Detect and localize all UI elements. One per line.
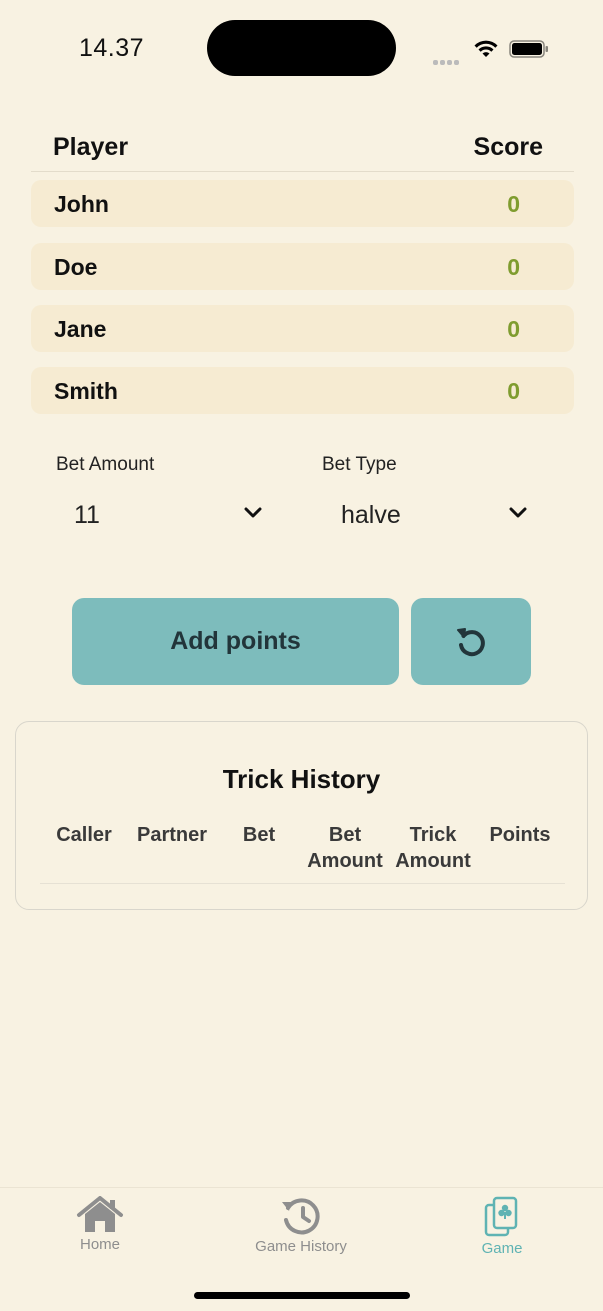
status-time: 14.37: [79, 34, 145, 62]
tab-game-history-label: Game History: [255, 1238, 347, 1255]
bet-amount-label: Bet Amount: [56, 454, 155, 475]
history-icon: [282, 1198, 320, 1235]
bet-amount-value: 11: [74, 501, 100, 529]
player-score: 0: [507, 254, 520, 280]
signal-icon: [433, 52, 463, 65]
battery-icon: [509, 40, 548, 58]
trick-history-title: Trick History: [222, 764, 381, 794]
trick-history-columns: Caller Partner Bet Bet Amount Trick Amount…: [40, 822, 565, 884]
column-partner: Partner: [136, 824, 208, 846]
dynamic-island: [207, 20, 396, 76]
add-points-label: Add points: [170, 627, 301, 655]
tab-game[interactable]: Game: [432, 1196, 572, 1262]
tab-home[interactable]: Home: [30, 1196, 170, 1262]
trick-history-card: Trick History Caller Partner Bet Bet Amou…: [15, 721, 588, 910]
player-row: John 0: [31, 180, 574, 227]
cards-icon: [484, 1196, 518, 1237]
bet-type-label: Bet Type: [322, 454, 397, 475]
player-column-header: Player: [53, 133, 129, 161]
wifi-icon: [474, 40, 498, 57]
column-caller: Caller: [56, 824, 112, 846]
score-table-header: Player Score: [31, 128, 574, 172]
player-row: Doe 0: [31, 243, 574, 290]
player-name: Jane: [54, 316, 107, 342]
column-points: Points: [489, 824, 551, 846]
tab-game-history[interactable]: Game History: [231, 1196, 371, 1262]
add-points-button[interactable]: Add points: [72, 598, 399, 685]
home-indicator[interactable]: [194, 1292, 410, 1299]
bet-type-select[interactable]: halve: [341, 494, 531, 538]
player-score: 0: [507, 316, 520, 342]
player-row: Jane 0: [31, 305, 574, 352]
score-column-header: Score: [473, 133, 543, 161]
player-name: Doe: [54, 254, 98, 280]
bet-amount-select[interactable]: 11: [74, 494, 266, 538]
bet-type-value: halve: [341, 501, 401, 529]
status-bar: 14.37: [0, 0, 603, 96]
player-row: Smith 0: [31, 367, 574, 414]
player-name: Smith: [54, 378, 118, 404]
undo-icon: [457, 627, 485, 656]
chevron-down-icon: [509, 507, 527, 518]
column-bet-amount: Bet Amount: [307, 824, 383, 872]
tab-game-label: Game: [481, 1240, 523, 1257]
player-score: 0: [507, 191, 520, 217]
reset-button[interactable]: [411, 598, 531, 685]
column-trick-amount: Trick Amount: [395, 824, 471, 872]
player-score: 0: [507, 378, 520, 404]
player-name: John: [54, 191, 109, 217]
tab-home-label: Home: [79, 1236, 120, 1253]
chevron-down-icon: [244, 507, 262, 518]
house-icon: [77, 1196, 123, 1232]
column-bet: Bet: [242, 824, 276, 846]
